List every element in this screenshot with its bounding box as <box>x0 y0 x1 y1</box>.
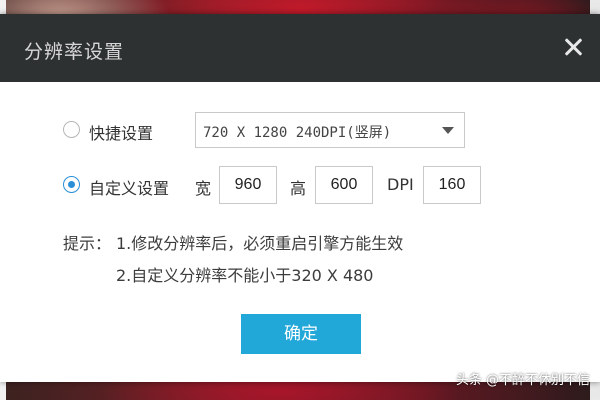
hint-line-2: 2.自定义分辨率不能小于320 X 480 <box>116 266 374 285</box>
dpi-label: DPI <box>387 175 414 194</box>
watermark-text: 头条 @不醉不休别不信 <box>455 373 590 388</box>
quick-setting-radio[interactable] <box>63 121 80 138</box>
resolution-settings-dialog: 分辨率设置 快捷设置 720 X 1280 240DPI(竖屏) 自定义设置 宽… <box>0 14 600 382</box>
dialog-title: 分辨率设置 <box>24 41 125 63</box>
quick-resolution-value: 720 X 1280 240DPI(竖屏) <box>203 125 392 141</box>
height-label: 高 <box>290 179 307 198</box>
dialog-titlebar: 分辨率设置 <box>0 14 600 82</box>
custom-setting-label: 自定义设置 <box>89 179 170 198</box>
dpi-input[interactable]: 160 <box>423 166 481 204</box>
hint-prefix: 提示： <box>63 234 112 253</box>
custom-setting-radio[interactable] <box>63 176 80 193</box>
hint-line-1: 1.修改分辨率后，必须重启引擎方能生效 <box>116 234 404 253</box>
width-label: 宽 <box>195 179 212 198</box>
quick-resolution-select[interactable]: 720 X 1280 240DPI(竖屏) <box>195 112 465 148</box>
chevron-down-icon <box>442 127 454 134</box>
quick-setting-label: 快捷设置 <box>89 124 154 143</box>
confirm-button[interactable]: 确定 <box>241 314 361 354</box>
width-input[interactable]: 960 <box>219 166 277 204</box>
close-icon[interactable] <box>560 34 586 60</box>
height-input[interactable]: 600 <box>315 166 373 204</box>
